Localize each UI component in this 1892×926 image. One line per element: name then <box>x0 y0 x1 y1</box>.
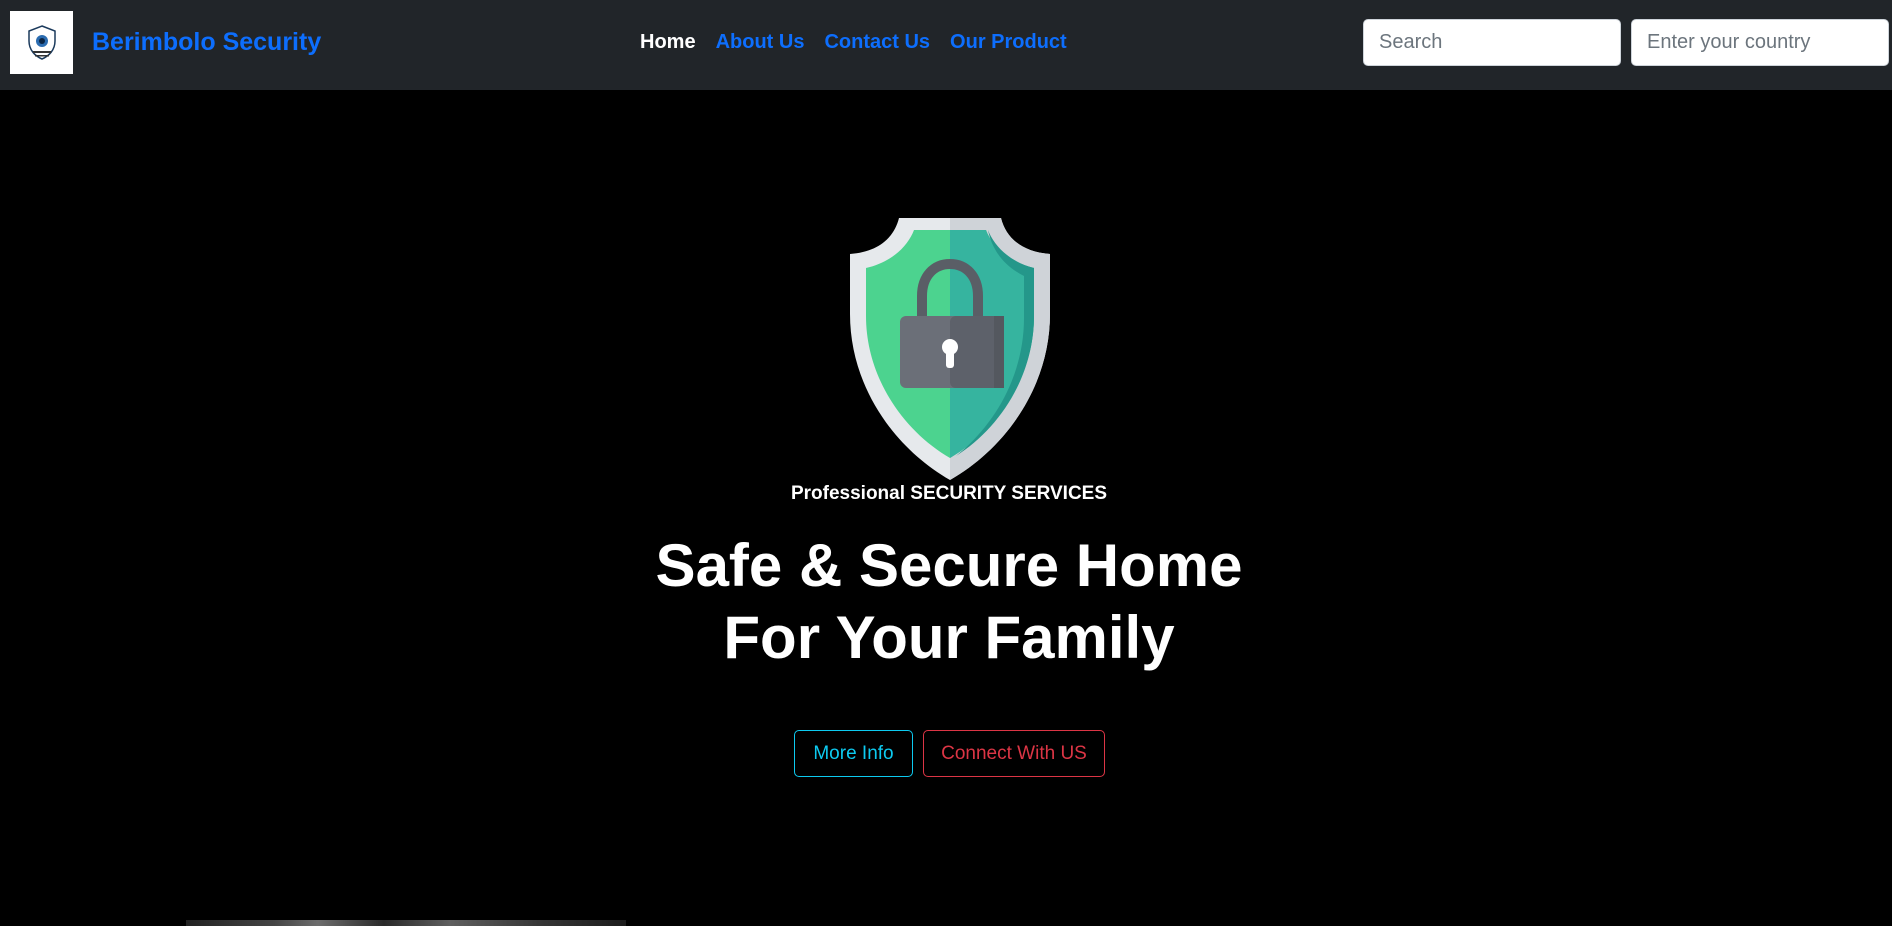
hero-headline-line-1: Safe & Secure Home <box>655 532 1243 599</box>
shield-logo-icon <box>27 24 56 60</box>
hero-headline-line-2: For Your Family <box>723 604 1175 671</box>
logo[interactable] <box>10 11 73 74</box>
nav-links: Home About Us Contact Us Our Product <box>640 31 1067 54</box>
more-info-button[interactable]: More Info <box>794 730 913 777</box>
hero-section: Professional SECURITY SERVICES Safe & Se… <box>0 90 1892 926</box>
country-input[interactable] <box>1631 19 1889 66</box>
nav-link-our-product[interactable]: Our Product <box>950 31 1067 54</box>
nav-link-about-us[interactable]: About Us <box>716 31 805 54</box>
nav-link-contact-us[interactable]: Contact Us <box>824 31 930 54</box>
hero-headline: Safe & Secure Home For Your Family <box>0 530 1892 674</box>
navbar: Berimbolo Security Home About Us Contact… <box>0 0 1892 90</box>
image-strip <box>186 920 626 926</box>
connect-with-us-button[interactable]: Connect With US <box>923 730 1105 777</box>
brand-link[interactable]: Berimbolo Security <box>92 28 321 57</box>
nav-link-home[interactable]: Home <box>640 31 696 54</box>
hero-tagline: Professional SECURITY SERVICES <box>790 483 1108 504</box>
shield-lock-icon <box>850 218 1050 480</box>
search-input[interactable] <box>1363 19 1621 66</box>
